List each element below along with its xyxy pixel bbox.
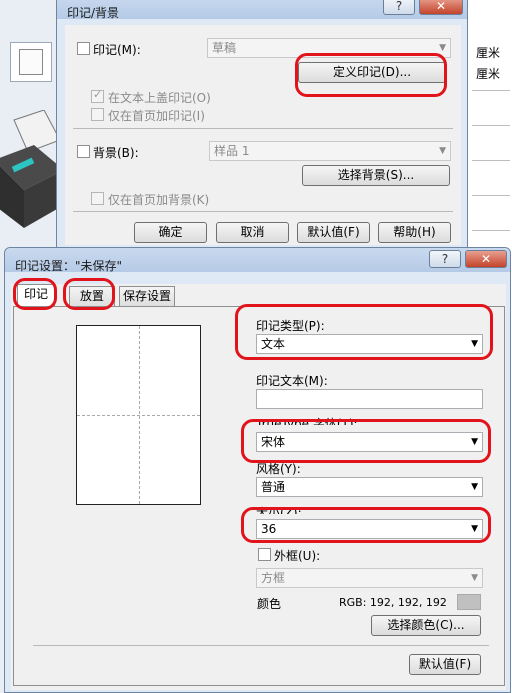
- chevron-down-icon: ▼: [471, 482, 478, 492]
- stamp-settings-dialog: 印记设置："未保存" ? ✕ 印记 放置 保存设置 印记类型(P): 文本 ▼ 印…: [4, 247, 511, 693]
- frame-select[interactable]: 方框 ▼: [256, 568, 483, 588]
- ok-button[interactable]: 确定: [134, 222, 207, 243]
- first-page-stamp-label: 仅在首页加印记(I): [108, 109, 205, 123]
- define-stamp-button[interactable]: 定义印记(D)...: [298, 62, 446, 83]
- background-select-value: 样品 1: [214, 144, 250, 158]
- style-select[interactable]: 普通 ▼: [256, 477, 483, 497]
- font-select[interactable]: 宋体 ▼: [256, 432, 483, 452]
- divider: [472, 90, 510, 91]
- size-select[interactable]: 36 ▼: [256, 519, 483, 539]
- printer-icon: [0, 110, 64, 228]
- stamp-text-label: 印记文本(M):: [256, 374, 328, 388]
- style-value: 普通: [261, 480, 286, 494]
- font-value: 宋体: [261, 435, 286, 449]
- chevron-down-icon: ▼: [471, 573, 478, 583]
- chevron-down-icon: ▼: [439, 146, 446, 156]
- help-button[interactable]: 帮助(H): [378, 222, 451, 243]
- unit-label: 厘米: [476, 46, 501, 60]
- chevron-down-icon: ▼: [471, 437, 478, 447]
- rgb-value: RGB: 192, 192, 192: [339, 596, 447, 609]
- first-page-stamp-checkbox[interactable]: [91, 108, 104, 121]
- color-label: 颜色: [257, 597, 282, 611]
- stamp-type-value: 文本: [261, 337, 286, 351]
- color-swatch: [457, 594, 481, 610]
- chevron-down-icon: ▼: [471, 524, 478, 534]
- font-label: TrueType 字体(T):: [256, 417, 358, 425]
- frame-checkbox[interactable]: [258, 548, 271, 561]
- title-bar: 印记设置："未保存" ? ✕: [5, 248, 510, 273]
- stamp-type-label: 印记类型(P):: [256, 319, 325, 333]
- separator: [73, 128, 453, 129]
- tab-placement[interactable]: 放置: [69, 286, 115, 306]
- background-label: 背景(B):: [93, 146, 139, 160]
- chevron-down-icon: ▼: [471, 339, 478, 349]
- size-label: 大小(Z):: [256, 506, 302, 514]
- unit-label: 厘米: [476, 67, 501, 81]
- preview-guide: [77, 415, 200, 416]
- overlay-text-checkbox[interactable]: ✓: [91, 88, 104, 103]
- title-bar: 印记/背景 ? ✕: [57, 0, 467, 20]
- select-background-button[interactable]: 选择背景(S)...: [302, 165, 450, 186]
- background-checkbox[interactable]: [77, 145, 90, 158]
- first-page-bg-label: 仅在首页加背景(K): [108, 193, 210, 207]
- page-icon: [19, 49, 43, 75]
- stamp-type-select[interactable]: 文本 ▼: [256, 334, 483, 354]
- help-title-button[interactable]: ?: [429, 250, 461, 268]
- divider: [472, 195, 510, 196]
- help-title-button[interactable]: ?: [383, 0, 415, 15]
- check-icon: ✓: [93, 88, 103, 101]
- separator: [73, 211, 453, 212]
- separator: [33, 645, 489, 646]
- first-page-bg-checkbox[interactable]: [91, 192, 104, 205]
- chevron-down-icon: ▼: [439, 43, 446, 53]
- page-thumbnail[interactable]: [10, 42, 52, 82]
- divider: [472, 160, 510, 161]
- dialog-title: 印记设置："未保存": [15, 259, 123, 273]
- default-button[interactable]: 默认值(F): [297, 222, 370, 243]
- cancel-button[interactable]: 取消: [216, 222, 289, 243]
- tab-save-settings[interactable]: 保存设置: [119, 286, 175, 306]
- default-button[interactable]: 默认值(F): [409, 654, 481, 675]
- stamp-label: 印记(M):: [93, 43, 141, 57]
- tab-stamp[interactable]: 印记: [17, 284, 55, 306]
- stamp-background-dialog: 印记/背景 ? ✕ 印记(M): 草稿 ▼ 定义印记(D)... ✓ 在文本上盖印…: [56, 0, 468, 250]
- choose-color-button[interactable]: 选择颜色(C)...: [371, 615, 481, 636]
- frame-label: 外框(U):: [274, 549, 321, 563]
- divider: [472, 230, 510, 231]
- stamp-text-input[interactable]: [256, 389, 483, 409]
- close-button[interactable]: ✕: [419, 0, 463, 15]
- overlay-text-label: 在文本上盖印记(O): [108, 91, 211, 105]
- background-select[interactable]: 样品 1 ▼: [209, 141, 451, 161]
- stamp-select-value: 草稿: [212, 41, 237, 55]
- stamp-select[interactable]: 草稿 ▼: [207, 38, 451, 58]
- style-label: 风格(Y):: [256, 462, 301, 476]
- divider: [472, 125, 510, 126]
- stamp-checkbox[interactable]: [77, 42, 90, 55]
- frame-value: 方框: [261, 571, 286, 585]
- stamp-preview: [76, 325, 201, 505]
- dialog-title: 印记/背景: [67, 6, 120, 20]
- size-value: 36: [261, 522, 277, 536]
- dialog-client: [65, 25, 461, 245]
- close-button[interactable]: ✕: [465, 250, 507, 268]
